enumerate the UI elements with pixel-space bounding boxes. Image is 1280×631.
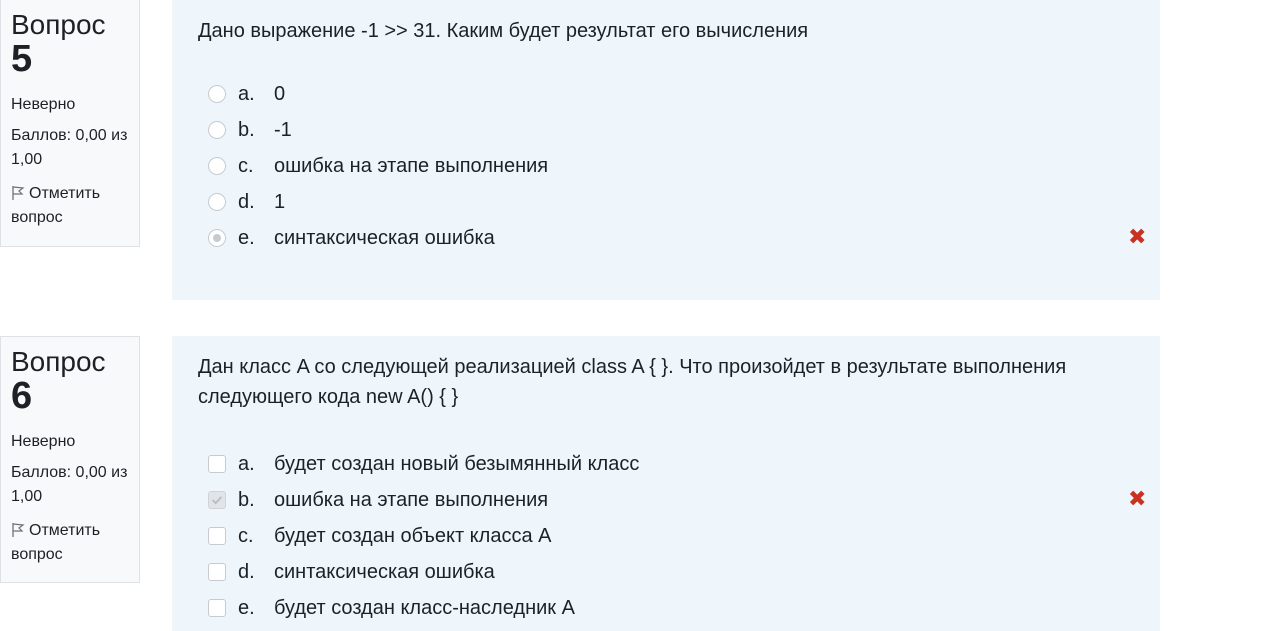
answer-letter: d. — [238, 560, 255, 583]
answer-letter: b. — [238, 118, 255, 141]
answer-text: 1 — [274, 190, 286, 213]
answer-text: -1 — [274, 118, 292, 141]
answer-option[interactable]: a. будет создан новый безымянный класс — [198, 446, 1134, 482]
radio-button[interactable] — [208, 157, 226, 175]
question-grade: Баллов: 0,00 из 1,00 — [11, 464, 128, 505]
flag-icon — [12, 523, 25, 537]
checkbox[interactable] — [208, 563, 226, 581]
answer-letter: c. — [238, 524, 254, 547]
incorrect-icon: ✖ — [1128, 224, 1147, 249]
question-label: Вопрос — [11, 9, 106, 40]
answer-letter: e. — [238, 596, 255, 619]
question-state: Неверно — [11, 433, 76, 450]
answer-option[interactable]: c. будет создан объект класса A — [198, 518, 1134, 554]
answer-letter: e. — [238, 226, 255, 249]
answer-text: будет создан класс-наследник A — [274, 596, 575, 619]
answer-text: будет создан новый безымянный класс — [274, 452, 640, 475]
flag-question-link[interactable]: Отметить вопрос — [11, 182, 129, 230]
checkbox[interactable] — [208, 527, 226, 545]
answer-option[interactable]: e. синтаксическая ошибка ✖ — [198, 220, 1146, 256]
answer-letter: d. — [238, 190, 255, 213]
radio-button[interactable] — [208, 193, 226, 211]
radio-button[interactable] — [208, 85, 226, 103]
radio-button-selected[interactable] — [208, 229, 226, 247]
question-number: 5 — [11, 38, 33, 80]
answer-letter: a. — [238, 452, 255, 475]
flag-question-link[interactable]: Отметить вопрос — [11, 519, 129, 567]
answer-option[interactable]: b. -1 — [198, 112, 1134, 148]
answer-text: синтаксическая ошибка — [274, 560, 495, 583]
question-label: Вопрос — [11, 346, 106, 377]
answer-list: a. будет создан новый безымянный класс b… — [198, 446, 1146, 626]
answer-option[interactable]: d. 1 — [198, 184, 1134, 220]
answer-text: 0 — [274, 82, 286, 105]
flag-icon — [12, 186, 25, 200]
question-text: Дан класс A со следующей реализацией cla… — [198, 356, 1067, 408]
checkbox[interactable] — [208, 455, 226, 473]
question-info: Вопрос 5 Неверно Баллов: 0,00 из 1,00 От… — [0, 0, 140, 247]
answer-text: ошибка на этапе выполнения — [274, 154, 549, 177]
answer-text: ошибка на этапе выполнения — [274, 488, 549, 511]
question-number: 6 — [11, 375, 33, 417]
question-5: Вопрос 5 Неверно Баллов: 0,00 из 1,00 От… — [0, 0, 1280, 300]
answer-option[interactable]: e. будет создан класс-наследник A — [198, 590, 1134, 626]
checkbox[interactable] — [208, 599, 226, 617]
question-state: Неверно — [11, 96, 76, 113]
question-6: Вопрос 6 Неверно Баллов: 0,00 из 1,00 От… — [0, 336, 1280, 631]
answer-letter: a. — [238, 82, 255, 105]
question-info: Вопрос 6 Неверно Баллов: 0,00 из 1,00 От… — [0, 336, 140, 583]
answer-letter: b. — [238, 488, 255, 511]
check-icon — [211, 496, 223, 505]
answer-option[interactable]: a. 0 — [198, 76, 1134, 112]
answer-option[interactable]: d. синтаксическая ошибка — [198, 554, 1134, 590]
incorrect-icon: ✖ — [1128, 486, 1147, 511]
answer-text: будет создан объект класса A — [274, 524, 552, 547]
question-text: Дано выражение -1 >> 31. Каким будет рез… — [198, 20, 809, 42]
checkbox-checked[interactable] — [208, 491, 226, 509]
answer-list: a. 0 b. -1 c. ошибка на этапе выполнения… — [198, 76, 1146, 256]
question-content: Дан класс A со следующей реализацией cla… — [172, 336, 1160, 631]
answer-option[interactable]: c. ошибка на этапе выполнения — [198, 148, 1134, 184]
answer-text: синтаксическая ошибка — [274, 226, 495, 249]
radio-button[interactable] — [208, 121, 226, 139]
question-content: Дано выражение -1 >> 31. Каким будет рез… — [172, 0, 1160, 300]
question-grade: Баллов: 0,00 из 1,00 — [11, 127, 128, 168]
answer-option[interactable]: b. ошибка на этапе выполнения ✖ — [198, 482, 1146, 518]
answer-letter: c. — [238, 154, 254, 177]
